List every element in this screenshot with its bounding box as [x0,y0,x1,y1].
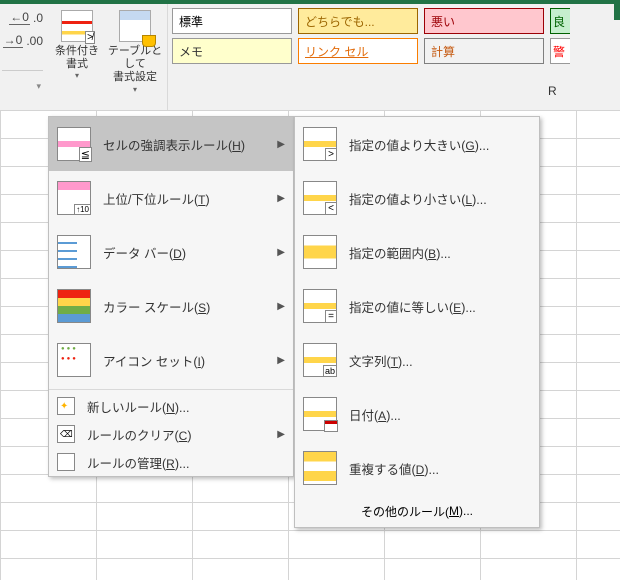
equal-icon [303,289,337,323]
submenu-arrow-icon: ▶ [277,139,285,150]
cell-style-normal[interactable]: 標準 [172,8,292,34]
menu-item-label: 日付(A)... [349,405,531,424]
menu-item-dup[interactable]: 重複する値(D)... [295,441,539,495]
menu-item-gt[interactable]: 指定の値より大きい(G)... [295,117,539,171]
clear-icon [57,425,75,443]
cell-style-calc[interactable]: 計算 [424,38,544,64]
date-icon [303,397,337,431]
gt-icon [303,127,337,161]
cell-style-neutral[interactable]: どちらでも... [298,8,418,34]
manage-icon [57,453,75,471]
submenu-arrow-icon: ▶ [277,301,285,312]
submenu-arrow-icon: ▶ [277,355,285,366]
menu-item-label: 新しいルール(N)... [87,397,285,416]
cell-style-memo[interactable]: メモ [172,38,292,64]
menu-item-label: 上位/下位ルール(T) [103,189,265,208]
menu-item-label: ルールの管理(R)... [87,453,285,472]
text-icon [303,343,337,377]
menu-item-clear[interactable]: ルールのクリア(C) ▶ [49,420,293,448]
cell-style-bad[interactable]: 悪い [424,8,544,34]
lt-icon [303,181,337,215]
menu-item-text[interactable]: 文字列(T)... [295,333,539,387]
menu-item-lt[interactable]: 指定の値より小さい(L)... [295,171,539,225]
chevron-down-icon: ▾ [75,71,79,80]
menu-item-manage[interactable]: ルールの管理(R)... [49,448,293,476]
dup-icon [303,451,337,485]
menu-item-label: 指定の範囲内(B)... [349,243,531,262]
highlight-icon [57,127,91,161]
menu-item-label: 指定の値に等しい(E)... [349,297,531,316]
conditional-formatting-icon [61,10,93,42]
chevron-down-icon: ▾ [133,85,137,94]
menu-item-label: 指定の値より大きい(G)... [349,135,531,154]
submenu-arrow-icon: ▶ [277,247,285,258]
cell-style-warn[interactable]: 警 [550,38,570,64]
submenu-arrow-icon: ▶ [277,193,285,204]
table-format-icon [119,10,151,42]
submenu-arrow-icon: ▶ [277,429,285,440]
number-format-fragment: ←0.0 →0.00 ▾ [0,4,45,110]
between-icon [303,235,337,269]
column-header-R[interactable]: R [548,84,557,98]
new-icon [57,397,75,415]
menu-item-label: ルールのクリア(C) [87,425,265,444]
menu-item-databar[interactable]: データ バー(D) ▶ [49,225,293,279]
menu-item-label: 指定の値より小さい(L)... [349,189,531,208]
menu-item-label: カラー スケール(S) [103,297,265,316]
cell-style-link[interactable]: リンク セル [298,38,418,64]
ribbon: ←0.0 →0.00 ▾ 条件付き 書式 ▾ テーブルとして 書式設定 ▾ 標準… [0,0,620,110]
conditional-formatting-button[interactable]: 条件付き 書式 ▾ [49,10,105,108]
menu-item-highlight[interactable]: セルの強調表示ルール(H) ▶ [49,117,293,171]
menu-item-label: セルの強調表示ルール(H) [103,135,265,154]
conditional-formatting-menu: セルの強調表示ルール(H)▶上位/下位ルール(T)▶データ バー(D)▶カラー … [48,116,294,477]
cell-styles-gallery[interactable]: 標準 どちらでも... 悪い 良 メモ リンク セル 計算 警 [168,4,574,110]
menu-item-new[interactable]: 新しいルール(N)... [49,392,293,420]
menu-item-label: 重複する値(D)... [349,459,531,478]
menu-item-label: アイコン セット(I) [103,351,265,370]
top-icon [57,181,91,215]
highlight-cells-submenu: 指定の値より大きい(G)... 指定の値より小さい(L)... 指定の範囲内(B).… [294,116,540,528]
scale-icon [57,289,91,323]
menu-item-top[interactable]: 上位/下位ルール(T) ▶ [49,171,293,225]
menu-item-date[interactable]: 日付(A)... [295,387,539,441]
menu-item-iconset[interactable]: アイコン セット(I) ▶ [49,333,293,387]
menu-item-scale[interactable]: カラー スケール(S) ▶ [49,279,293,333]
menu-item-label: データ バー(D) [103,243,265,262]
menu-item-more-rules[interactable]: その他のルール(M)... [295,495,539,527]
format-as-table-button[interactable]: テーブルとして 書式設定 ▾ [107,10,163,108]
menu-item-label: 文字列(T)... [349,351,531,370]
databar-icon [57,235,91,269]
menu-item-between[interactable]: 指定の範囲内(B)... [295,225,539,279]
iconset-icon [57,343,91,377]
cell-style-good[interactable]: 良 [550,8,570,34]
styles-group: 条件付き 書式 ▾ テーブルとして 書式設定 ▾ [45,4,168,110]
menu-item-equal[interactable]: 指定の値に等しい(E)... [295,279,539,333]
